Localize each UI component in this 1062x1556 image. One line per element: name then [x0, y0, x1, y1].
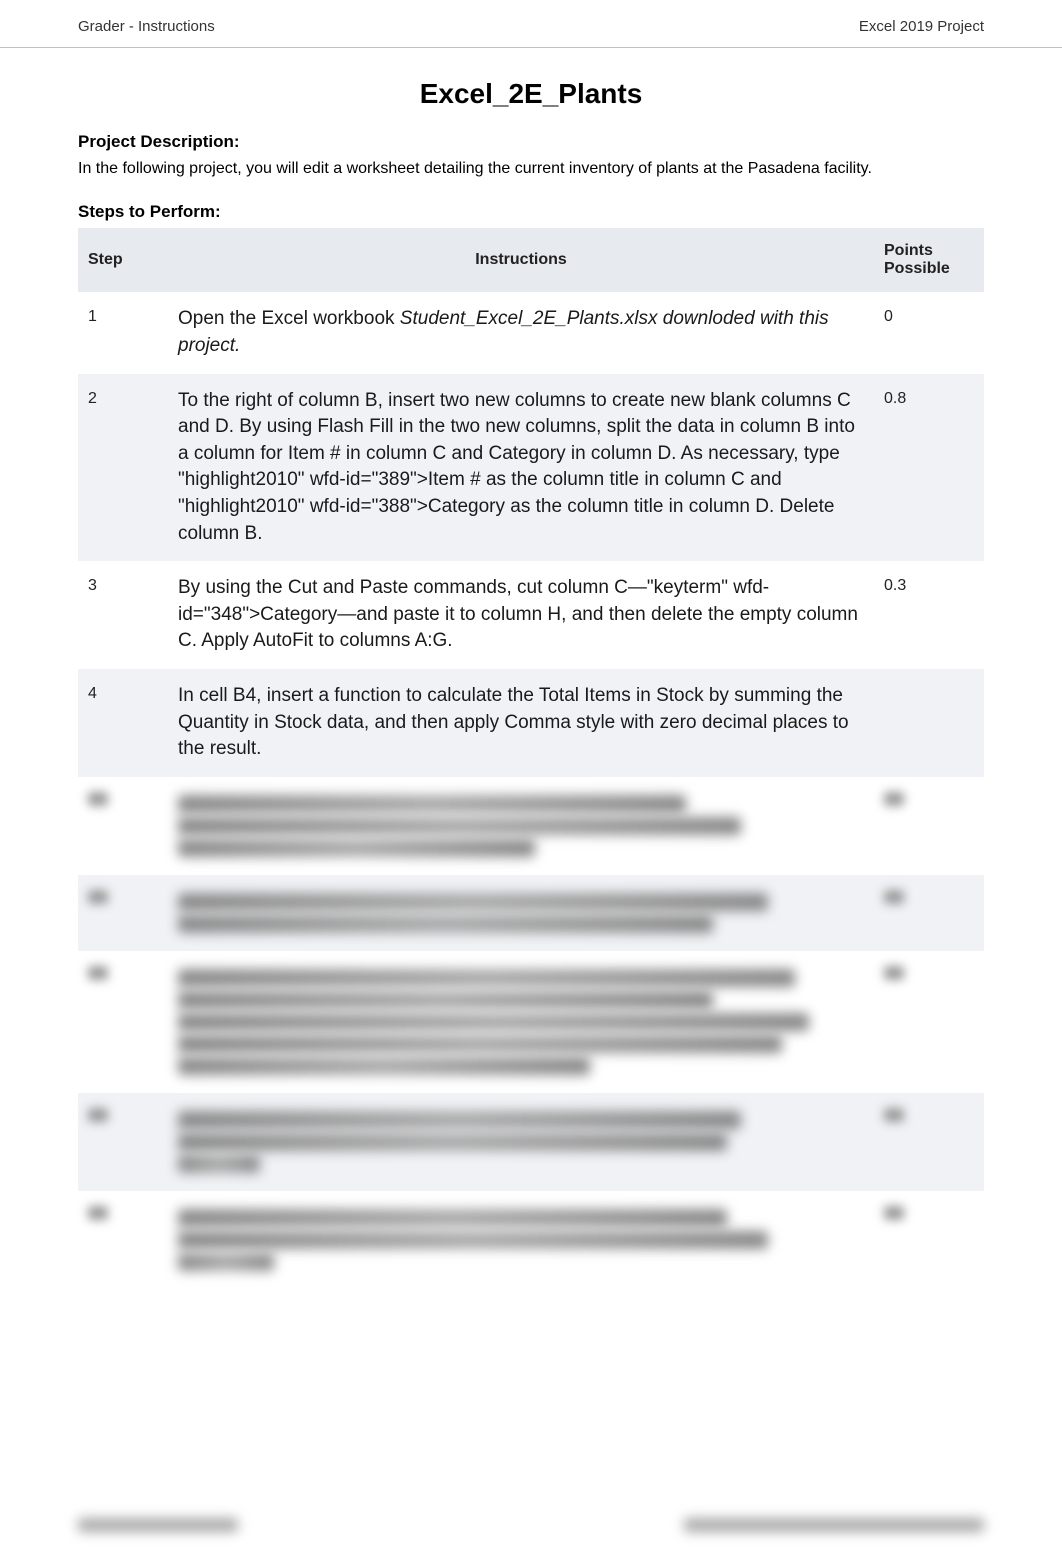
table-row-blurred — [78, 875, 984, 951]
blurred-content — [178, 915, 713, 933]
blurred-content — [884, 890, 904, 904]
header-left: Grader - Instructions — [78, 18, 215, 35]
step-points: 0.3 — [874, 561, 984, 669]
blurred-content — [78, 1518, 238, 1532]
blurred-content — [884, 792, 904, 806]
blurred-content — [884, 1108, 904, 1122]
steps-table: Step Instructions Points Possible 1 Open… — [78, 228, 984, 1288]
table-row: 3 By using the Cut and Paste commands, c… — [78, 561, 984, 669]
col-header-step: Step — [78, 228, 168, 292]
blurred-content — [88, 1206, 108, 1220]
blurred-content — [178, 969, 795, 987]
blurred-content — [178, 1253, 274, 1271]
instr-plain: By using the Cut and Paste commands, cut… — [178, 577, 858, 651]
step-instructions: In cell B4, insert a function to calcula… — [168, 669, 874, 777]
instr-plain: To the right of column B, insert two new… — [178, 390, 855, 544]
blurred-content — [884, 966, 904, 980]
project-description-heading: Project Description: — [78, 132, 984, 152]
table-header-row: Step Instructions Points Possible — [78, 228, 984, 292]
blurred-content — [88, 966, 108, 980]
step-number: 2 — [78, 374, 168, 562]
table-row: 4 In cell B4, insert a function to calcu… — [78, 669, 984, 777]
instr-plain: In cell B4, insert a function to calcula… — [178, 685, 849, 759]
blurred-content — [178, 817, 741, 835]
table-row: 1 Open the Excel workbook Student_Excel_… — [78, 292, 984, 373]
blurred-content — [178, 1035, 782, 1053]
step-number: 1 — [78, 292, 168, 373]
table-row-blurred — [78, 1191, 984, 1289]
table-row-blurred — [78, 777, 984, 875]
blurred-content — [178, 893, 768, 911]
blurred-content — [178, 839, 535, 857]
blurred-content — [178, 1111, 741, 1129]
blurred-content — [684, 1518, 984, 1532]
blurred-content — [178, 1057, 590, 1075]
page-title: Excel_2E_Plants — [0, 48, 1062, 132]
table-row: 2 To the right of column B, insert two n… — [78, 374, 984, 562]
col-header-instructions: Instructions — [168, 228, 874, 292]
blurred-content — [884, 1206, 904, 1220]
instr-plain: Open the Excel workbook — [178, 308, 400, 329]
table-row-blurred — [78, 1093, 984, 1191]
blurred-content — [178, 1013, 809, 1031]
blurred-content — [88, 792, 108, 806]
step-instructions: By using the Cut and Paste commands, cut… — [168, 561, 874, 669]
blurred-content — [178, 991, 713, 1009]
step-instructions: To the right of column B, insert two new… — [168, 374, 874, 562]
blurred-content — [88, 1108, 108, 1122]
blurred-content — [88, 890, 108, 904]
step-points: 0 — [874, 292, 984, 373]
step-points — [874, 669, 984, 777]
steps-heading: Steps to Perform: — [78, 202, 984, 222]
col-header-points: Points Possible — [874, 228, 984, 292]
step-instructions: Open the Excel workbook Student_Excel_2E… — [168, 292, 874, 373]
blurred-content — [178, 1133, 727, 1151]
blurred-content — [178, 1231, 768, 1249]
footer-blurred — [78, 1518, 984, 1532]
project-description-text: In the following project, you will edit … — [78, 158, 984, 180]
blurred-content — [178, 1209, 727, 1227]
step-number: 3 — [78, 561, 168, 669]
step-points: 0.8 — [874, 374, 984, 562]
header-bar: Grader - Instructions Excel 2019 Project — [0, 0, 1062, 48]
step-number: 4 — [78, 669, 168, 777]
blurred-content — [178, 795, 686, 813]
blurred-content — [178, 1155, 260, 1173]
table-row-blurred — [78, 951, 984, 1093]
header-right: Excel 2019 Project — [859, 18, 984, 35]
